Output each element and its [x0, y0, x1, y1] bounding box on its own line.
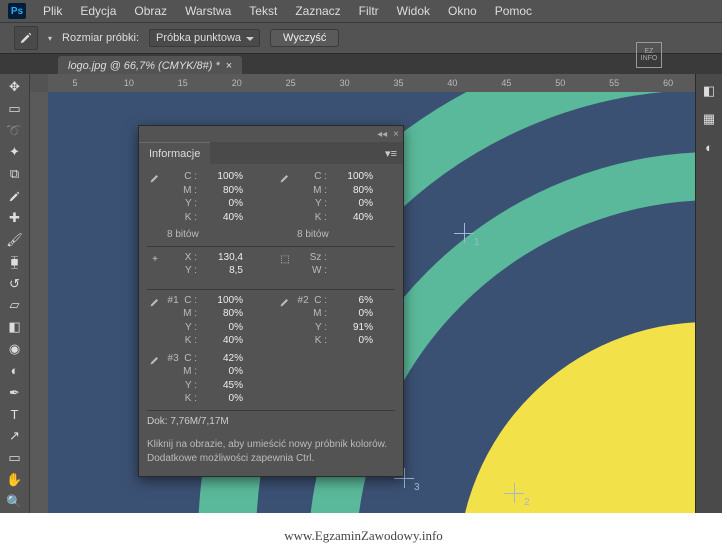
doc-size-label: Dok: 7,76M/7,17M — [147, 415, 395, 429]
eyedropper-tool-icon[interactable] — [4, 186, 26, 206]
right-toolbar: ◧ ▦ ◐ — [695, 74, 722, 513]
options-bar: ▾ Rozmiar próbki: Próbka punktowa Wyczyś… — [0, 22, 722, 54]
lasso-tool-icon[interactable]: ➰ — [4, 121, 26, 141]
eyedropper-icon — [147, 294, 163, 328]
shape-tool-icon[interactable]: ▭ — [4, 448, 26, 468]
stamp-tool-icon[interactable]: ⧯ — [4, 252, 26, 272]
menu-bar: Ps Plik Edycja Obraz Warstwa Tekst Zazna… — [0, 0, 722, 22]
history-brush-tool-icon[interactable]: ↺ — [4, 274, 26, 294]
sample-size-label: Rozmiar próbki: — [62, 32, 139, 44]
eyedropper-icon — [277, 170, 293, 204]
crosshair-icon: + — [147, 251, 163, 285]
panel-body: C :M :Y :K : 100% 80% 0% 40% C :M :Y :K … — [139, 164, 403, 476]
active-tool-icon[interactable] — [14, 26, 38, 50]
eraser-tool-icon[interactable]: ▱ — [4, 295, 26, 315]
type-tool-icon[interactable]: T — [4, 405, 26, 425]
menu-warstwa[interactable]: Warstwa — [176, 1, 240, 21]
hand-tool-icon[interactable]: ✋ — [4, 470, 26, 490]
menu-edycja[interactable]: Edycja — [71, 1, 125, 21]
collapse-icon[interactable]: ◂◂ — [377, 129, 387, 140]
color-sampler-2[interactable]: 2 — [508, 487, 522, 501]
info-tab[interactable]: Informacje — [139, 142, 210, 165]
path-tool-icon[interactable]: ↗ — [4, 427, 26, 447]
panel-icon[interactable]: ◧ — [698, 81, 720, 101]
document-tab-title: logo.jpg @ 66,7% (CMYK/8#) * — [68, 60, 220, 72]
dodge-tool-icon[interactable]: ◐ — [4, 361, 26, 381]
menu-plik[interactable]: Plik — [34, 1, 71, 21]
menu-widok[interactable]: Widok — [388, 1, 439, 21]
eyedropper-icon — [147, 352, 163, 386]
wand-tool-icon[interactable]: ✦ — [4, 143, 26, 163]
clear-button[interactable]: Wyczyść — [270, 29, 339, 47]
zoom-tool-icon[interactable]: 🔍 — [4, 492, 26, 512]
healing-tool-icon[interactable]: ✚ — [4, 208, 26, 228]
app-logo: Ps — [8, 3, 26, 19]
panel-hint: Kliknij na obrazie, aby umieścić nowy pr… — [147, 438, 395, 466]
left-toolbar: ✥ ▭ ➰ ✦ ⧉ ✚ 🖌 ⧯ ↺ ▱ ◧ ◉ ◐ ✒ T ↗ ▭ ✋ 🔍 — [0, 74, 30, 513]
menu-okno[interactable]: Okno — [439, 1, 486, 21]
info-panel[interactable]: ◂◂ × Informacje ▾≡ C :M :Y :K : 100% 80%… — [138, 125, 404, 477]
color-sampler-1[interactable]: 1 — [458, 227, 472, 241]
blur-tool-icon[interactable]: ◉ — [4, 339, 26, 359]
menu-filtr[interactable]: Filtr — [350, 1, 388, 21]
menu-obraz[interactable]: Obraz — [125, 1, 176, 21]
menu-pomoc[interactable]: Pomoc — [486, 1, 541, 21]
page-footer: www.EgzaminZawodowy.info — [0, 528, 727, 544]
document-tab[interactable]: logo.jpg @ 66,7% (CMYK/8#) * × — [58, 56, 242, 76]
menu-tekst[interactable]: Tekst — [240, 1, 286, 21]
panel-titlebar[interactable]: ◂◂ × — [139, 126, 403, 142]
pen-tool-icon[interactable]: ✒ — [4, 383, 26, 403]
panel-icon[interactable]: ◐ — [698, 137, 720, 157]
marquee-tool-icon[interactable]: ▭ — [4, 99, 26, 119]
horizontal-ruler: 51015 202530 354045 505560 — [48, 74, 695, 93]
eyedropper-icon — [277, 294, 293, 328]
menu-zaznacz[interactable]: Zaznacz — [286, 1, 349, 21]
close-icon[interactable]: × — [393, 129, 399, 140]
dimensions-icon: ⬚ — [277, 251, 293, 285]
move-tool-icon[interactable]: ✥ — [4, 77, 26, 97]
eyedropper-icon — [147, 170, 163, 204]
crop-tool-icon[interactable]: ⧉ — [4, 164, 26, 184]
app-window: Ps Plik Edycja Obraz Warstwa Tekst Zazna… — [0, 0, 722, 513]
vertical-ruler — [30, 92, 49, 513]
sample-size-dropdown[interactable]: Próbka punktowa — [149, 29, 260, 47]
close-icon[interactable]: × — [226, 60, 232, 72]
chevron-down-icon[interactable]: ▾ — [48, 34, 52, 43]
brush-tool-icon[interactable]: 🖌 — [4, 230, 26, 250]
gradient-tool-icon[interactable]: ◧ — [4, 317, 26, 337]
watermark-badge: EZINFO — [636, 42, 662, 68]
panel-icon[interactable]: ▦ — [698, 109, 720, 129]
document-tabs: logo.jpg @ 66,7% (CMYK/8#) * × — [0, 54, 722, 76]
panel-menu-icon[interactable]: ▾≡ — [379, 147, 403, 160]
